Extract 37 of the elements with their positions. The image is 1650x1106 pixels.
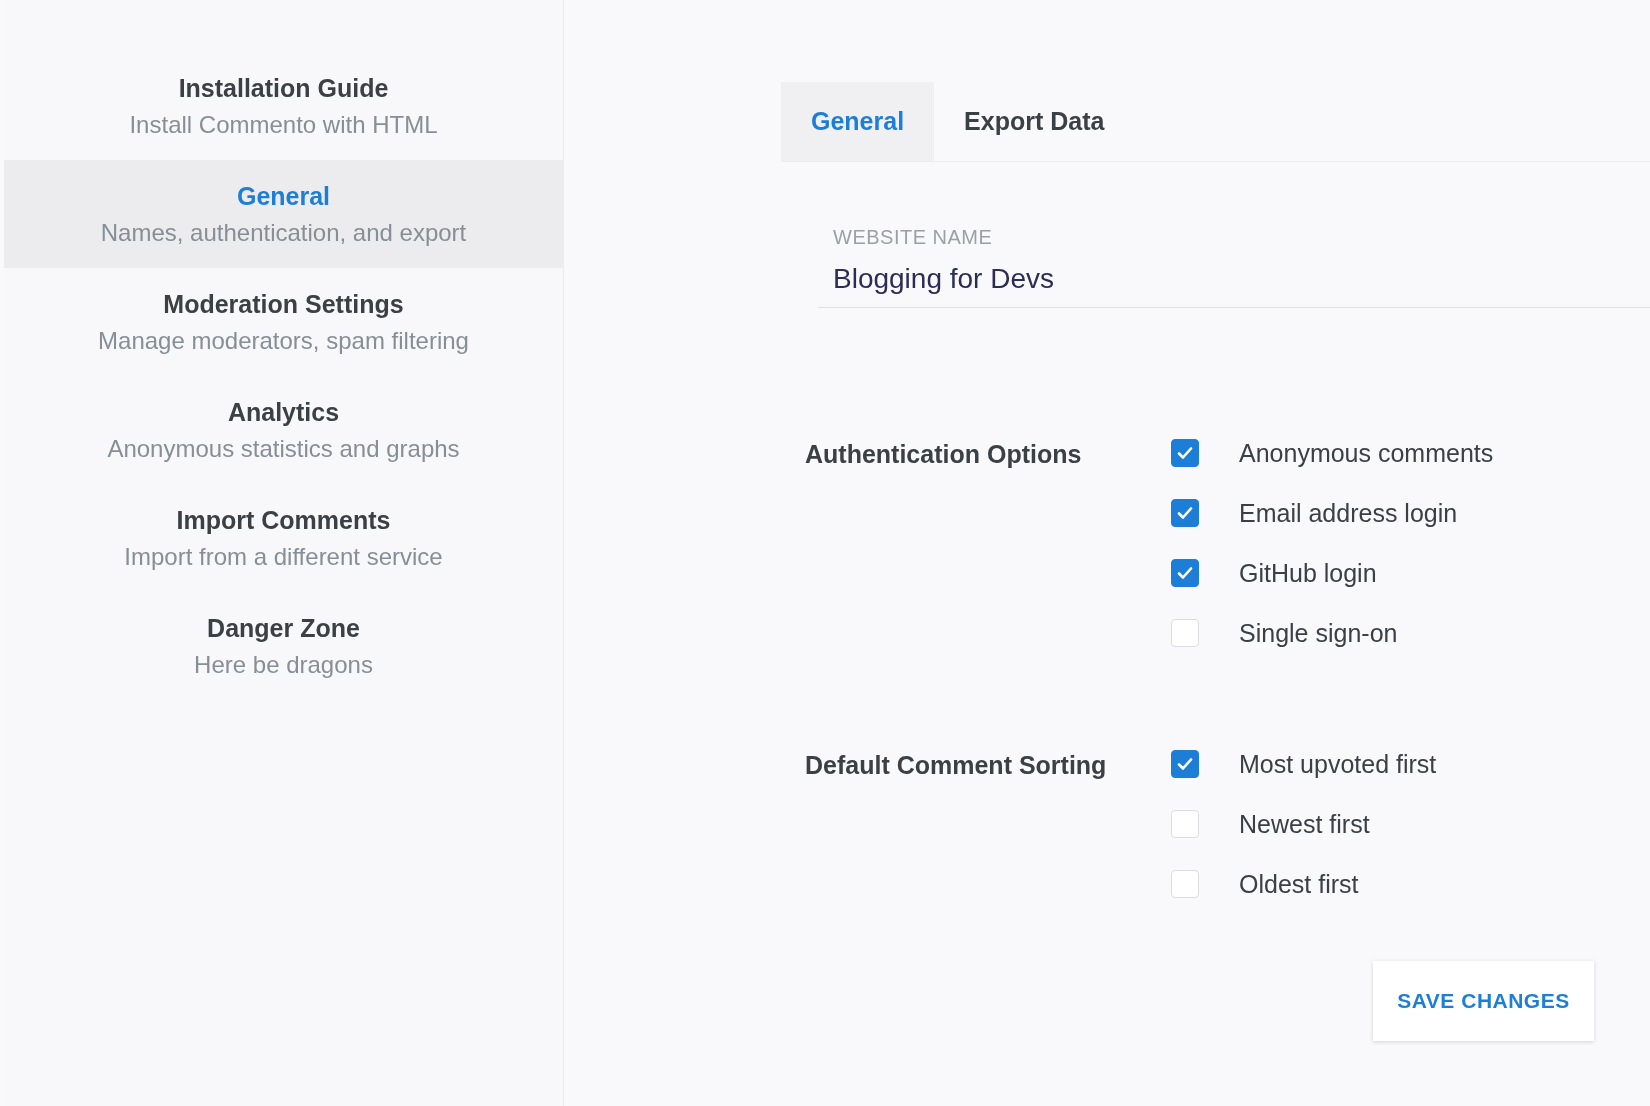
sidebar-item-subtitle: Here be dragons — [194, 650, 373, 679]
sidebar-item-subtitle: Manage moderators, spam filtering — [98, 326, 469, 355]
field-value: Blogging for Devs — [833, 263, 1055, 295]
sidebar-item-title: Installation Guide — [178, 73, 389, 103]
sidebar-item[interactable]: Analytics Anonymous statistics and graphs — [4, 376, 563, 484]
tab[interactable]: Export Data — [934, 82, 1135, 161]
checkbox[interactable] — [1171, 750, 1199, 778]
field-label: WEBSITE NAME — [833, 226, 994, 249]
sidebar-item-subtitle: Names, authentication, and export — [100, 218, 467, 247]
sidebar-item-title: General — [236, 181, 331, 211]
sidebar-item[interactable]: Danger Zone Here be dragons — [4, 592, 563, 700]
sidebar-item[interactable]: Installation Guide Install Commento with HTML — [4, 52, 563, 160]
group-label: Default Comment Sorting — [805, 750, 1108, 781]
option-label: Email address login — [1239, 498, 1458, 528]
sidebar-item-title: Import Comments — [176, 505, 391, 535]
option-label: Anonymous comments — [1239, 438, 1494, 468]
option-label: Most upvoted first — [1239, 749, 1437, 779]
sidebar-item-subtitle: Import from a different service — [124, 542, 443, 571]
option-label: Single sign-on — [1239, 618, 1398, 648]
save-changes-button[interactable]: SAVE CHANGES — [1373, 961, 1594, 1041]
sidebar-item-subtitle: Install Commento with HTML — [129, 110, 438, 139]
website-name-field[interactable]: WEBSITE NAME Blogging for Devs — [818, 226, 1650, 308]
sidebar-item[interactable]: Moderation Settings Manage moderators, spam filtering — [4, 268, 563, 376]
group-label: Authentication Options — [805, 439, 1083, 470]
option-label: Newest first — [1239, 809, 1370, 839]
sidebar-item[interactable]: General Names, authentication, and export — [4, 160, 563, 268]
tab[interactable]: General — [781, 82, 935, 161]
checkbox[interactable] — [1171, 559, 1199, 587]
checkbox[interactable] — [1171, 499, 1199, 527]
sidebar-item-title: Danger Zone — [207, 613, 360, 643]
sidebar-item-title: Moderation Settings — [163, 289, 404, 319]
option-label: GitHub login — [1239, 558, 1377, 588]
sidebar-item-subtitle: Anonymous statistics and graphs — [107, 434, 460, 463]
checkbox[interactable] — [1171, 439, 1199, 467]
sidebar-item-title: Analytics — [227, 397, 340, 427]
option-label: Oldest first — [1239, 869, 1359, 899]
sidebar-item[interactable]: Import Comments Import from a different service — [4, 484, 563, 592]
